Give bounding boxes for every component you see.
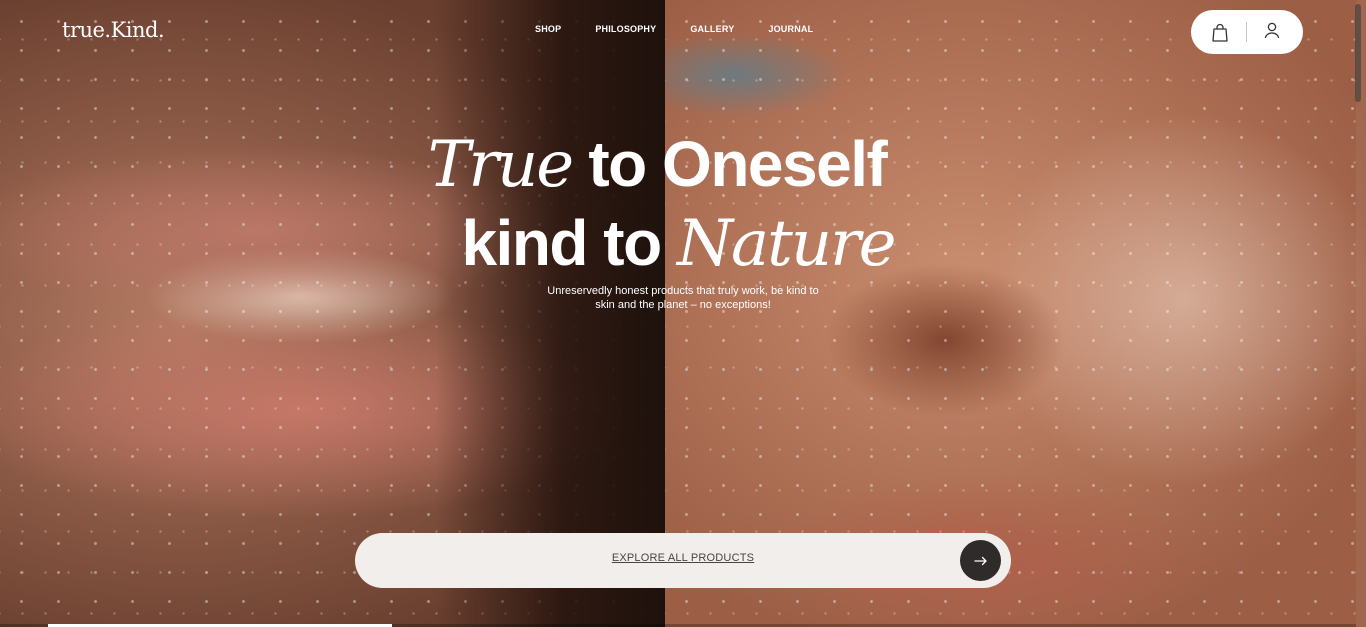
- main-nav: SHOP PHILOSOPHY GALLERY JOURNAL: [535, 24, 847, 34]
- utility-divider: [1246, 22, 1247, 42]
- arrow-right-icon[interactable]: [960, 540, 1001, 581]
- headline-kind-to: kind to: [461, 207, 677, 279]
- nav-item-philosophy[interactable]: PHILOSOPHY: [595, 24, 656, 34]
- brand-logo[interactable]: true.Kind.: [62, 18, 165, 42]
- hero-headline: True to Oneself kind to Nature: [0, 130, 1366, 288]
- headline-nature-word: Nature: [676, 207, 897, 281]
- user-icon[interactable]: [1264, 22, 1280, 45]
- headline-line-2: kind to Nature: [0, 209, 1366, 288]
- nav-item-gallery[interactable]: GALLERY: [690, 24, 734, 34]
- headline-true-word: True: [427, 128, 574, 202]
- shopping-bag-icon[interactable]: [1212, 23, 1228, 47]
- page: true.Kind. SHOP PHILOSOPHY GALLERY JOURN…: [0, 0, 1366, 627]
- nav-item-journal[interactable]: JOURNAL: [768, 24, 813, 34]
- utility-bar: [1191, 10, 1303, 54]
- nav-item-shop[interactable]: SHOP: [535, 24, 561, 34]
- explore-products-bar[interactable]: EXPLORE ALL PRODUCTS: [355, 533, 1011, 588]
- headline-line-1: True to Oneself: [0, 130, 1366, 209]
- headline-to-oneself: to Oneself: [572, 128, 887, 200]
- scrollbar-thumb[interactable]: [1355, 4, 1361, 102]
- hero-subtext: Unreservedly honest products that truly …: [547, 285, 819, 311]
- explore-products-link[interactable]: EXPLORE ALL PRODUCTS: [355, 552, 1011, 564]
